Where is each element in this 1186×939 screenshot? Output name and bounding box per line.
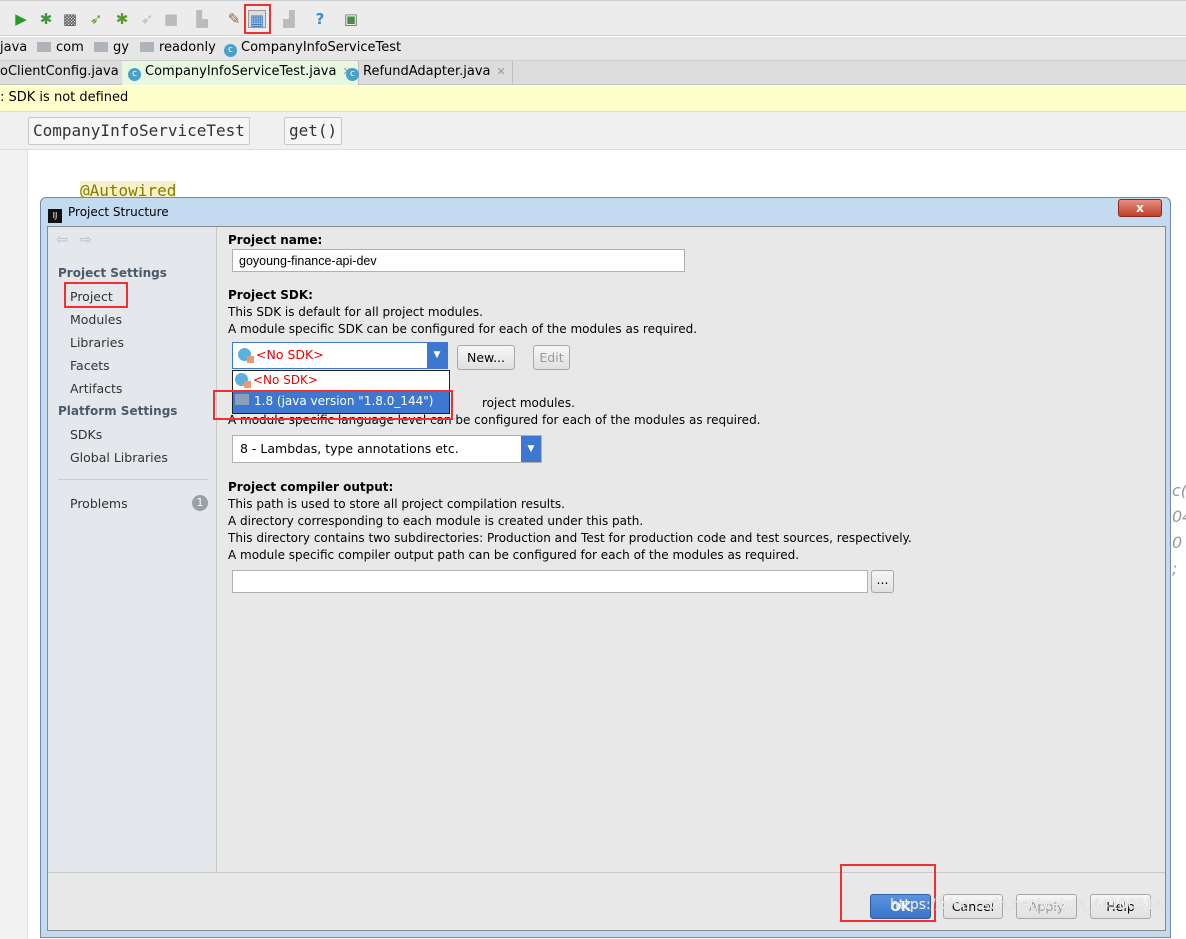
compiler-output-input[interactable] bbox=[232, 570, 868, 593]
sidebar-item-facets[interactable]: Facets bbox=[70, 358, 110, 373]
tab-label: oClientConfig.java bbox=[0, 64, 119, 79]
folder-icon bbox=[94, 42, 108, 52]
help-icon[interactable]: ? bbox=[311, 10, 329, 28]
sdk-selected-value: <No SDK> bbox=[256, 347, 324, 362]
browse-button[interactable]: ... bbox=[871, 570, 894, 593]
project-name-input[interactable] bbox=[232, 249, 685, 272]
highlight-box bbox=[244, 4, 271, 34]
close-icon[interactable]: ✕ bbox=[497, 65, 506, 78]
sdk-option-label: <No SDK> bbox=[253, 373, 318, 387]
output-description: A directory corresponding to each module… bbox=[228, 514, 644, 528]
dialog-title-text: Project Structure bbox=[68, 205, 169, 219]
code-fragment: 0 ; bbox=[1172, 533, 1183, 578]
tab-company-info-service-test[interactable]: cCompanyInfoServiceTest.java✕ bbox=[122, 61, 359, 85]
project-settings-panel: Project name: Project SDK: This SDK is d… bbox=[213, 227, 1165, 872]
breadcrumb-item[interactable]: gy bbox=[94, 40, 129, 55]
profile-icon[interactable]: ➶ bbox=[138, 10, 156, 28]
new-sdk-button[interactable]: New... bbox=[457, 345, 515, 370]
sdk-option[interactable]: <No SDK> bbox=[233, 371, 449, 391]
sidebar-item-modules[interactable]: Modules bbox=[70, 312, 122, 327]
breadcrumb-label: CompanyInfoServiceTest bbox=[241, 40, 402, 55]
sidebar-item-libraries[interactable]: Libraries bbox=[70, 335, 124, 350]
section-project-settings: Project Settings bbox=[58, 266, 167, 280]
code-fragments: c( 04 0 ; bbox=[1172, 478, 1186, 582]
divider bbox=[48, 872, 1165, 873]
output-description: This directory contains two subdirectori… bbox=[228, 531, 912, 545]
tab-refund-adapter[interactable]: c RefundAdapter.java ✕ bbox=[340, 61, 513, 85]
breadcrumb: java com gy readonly c CompanyInfoService… bbox=[0, 37, 1186, 61]
breadcrumb-item[interactable]: com bbox=[37, 40, 84, 55]
breadcrumb-label: gy bbox=[113, 40, 129, 55]
chevron-down-icon[interactable]: ▼ bbox=[521, 436, 541, 462]
debug-jrebel-icon[interactable]: ✱ bbox=[113, 10, 131, 28]
class-icon: c bbox=[346, 68, 359, 81]
sidebar-item-global-libraries[interactable]: Global Libraries bbox=[70, 450, 168, 465]
edit-sdk-button[interactable]: Edit bbox=[533, 345, 570, 370]
editor-gutter bbox=[0, 150, 28, 939]
settings-icon[interactable]: ✎ bbox=[225, 10, 243, 28]
breadcrumb-label: readonly bbox=[159, 40, 216, 55]
breadcrumb-item[interactable]: java bbox=[0, 40, 27, 55]
jrebel-panel-icon[interactable]: ▣ bbox=[342, 10, 360, 28]
sidebar-item-artifacts[interactable]: Artifacts bbox=[70, 381, 122, 396]
sdk-icon bbox=[235, 373, 251, 388]
tab-label: RefundAdapter.java bbox=[363, 64, 491, 79]
sidebar: ⇦ ⇨ Project Settings Project Modules Lib… bbox=[48, 227, 217, 872]
output-description: This path is used to store all project c… bbox=[228, 497, 565, 511]
tab-label: CompanyInfoServiceTest.java bbox=[145, 64, 337, 79]
sdk-combobox[interactable]: <No SDK> ▼ bbox=[232, 342, 448, 369]
chevron-down-icon[interactable]: ▼ bbox=[427, 343, 447, 368]
attach-icon[interactable]: ▙ bbox=[193, 10, 211, 28]
breadcrumb-item[interactable]: readonly bbox=[140, 40, 216, 55]
close-button[interactable]: x bbox=[1118, 199, 1162, 217]
stop-icon[interactable]: ■ bbox=[162, 10, 180, 28]
debug-icon[interactable]: ✱ bbox=[37, 10, 55, 28]
forward-icon[interactable]: ⇨ bbox=[80, 232, 92, 248]
run-jrebel-icon[interactable]: ➶ bbox=[87, 10, 105, 28]
main-toolbar: ▶ ✱ ▩ ➶ ✱ ➶ ■ ▙ ✎ ▦ ▟ ? ▣ bbox=[0, 0, 1186, 36]
sidebar-item-problems[interactable]: Problems bbox=[70, 496, 128, 511]
sdk-warning-banner: : SDK is not defined bbox=[0, 86, 1186, 112]
highlight-box bbox=[64, 282, 128, 308]
language-level-value: 8 - Lambdas, type annotations etc. bbox=[240, 441, 459, 456]
divider bbox=[58, 479, 208, 480]
language-description: roject modules. bbox=[482, 396, 575, 410]
structure-breadcrumb: CompanyInfoServiceTest get() bbox=[0, 112, 1186, 150]
class-crumb[interactable]: CompanyInfoServiceTest bbox=[28, 117, 250, 145]
run-icon[interactable]: ▶ bbox=[12, 10, 30, 28]
code-fragment: c( bbox=[1172, 481, 1186, 500]
breadcrumb-item[interactable]: c CompanyInfoServiceTest bbox=[224, 40, 401, 57]
coverage-icon[interactable]: ▩ bbox=[61, 10, 79, 28]
compiler-output-label: Project compiler output: bbox=[228, 480, 394, 494]
dialog-body: ⇦ ⇨ Project Settings Project Modules Lib… bbox=[47, 226, 1166, 931]
folder-icon bbox=[37, 42, 51, 52]
breadcrumb-label: com bbox=[56, 40, 84, 55]
project-structure-dialog: IJ Project Structure x ⇦ ⇨ Project Settin… bbox=[40, 197, 1171, 938]
project-sdk-label: Project SDK: bbox=[228, 288, 313, 302]
highlight-box bbox=[840, 864, 936, 922]
sdk-icon[interactable]: ▟ bbox=[280, 10, 298, 28]
folder-icon bbox=[140, 42, 154, 52]
intellij-logo-icon: IJ bbox=[48, 209, 62, 223]
problems-count-badge: 1 bbox=[192, 495, 208, 511]
project-name-label: Project name: bbox=[228, 233, 323, 247]
method-crumb[interactable]: get() bbox=[284, 117, 343, 145]
sdk-description: This SDK is default for all project modu… bbox=[228, 305, 483, 319]
back-icon[interactable]: ⇦ bbox=[56, 232, 68, 248]
watermark: https://blog.csdn.net/weixin_44100514 bbox=[890, 897, 1164, 913]
tab-client-config[interactable]: oClientConfig.java✕ bbox=[0, 61, 141, 85]
editor-tabs: oClientConfig.java✕ cCompanyInfoServiceT… bbox=[0, 61, 1186, 85]
dialog-title: IJ Project Structure bbox=[48, 205, 169, 223]
highlight-box bbox=[213, 390, 453, 420]
code-fragment: 04 bbox=[1172, 507, 1186, 526]
output-description: A module specific compiler output path c… bbox=[228, 548, 800, 562]
sdk-icon bbox=[238, 348, 254, 363]
language-level-combobox[interactable]: 8 - Lambdas, type annotations etc. ▼ bbox=[232, 435, 542, 463]
class-icon: c bbox=[224, 44, 237, 57]
class-icon: c bbox=[128, 68, 141, 81]
sidebar-item-sdks[interactable]: SDKs bbox=[70, 427, 102, 442]
sdk-description: A module specific SDK can be configured … bbox=[228, 322, 698, 336]
section-platform-settings: Platform Settings bbox=[58, 404, 178, 418]
